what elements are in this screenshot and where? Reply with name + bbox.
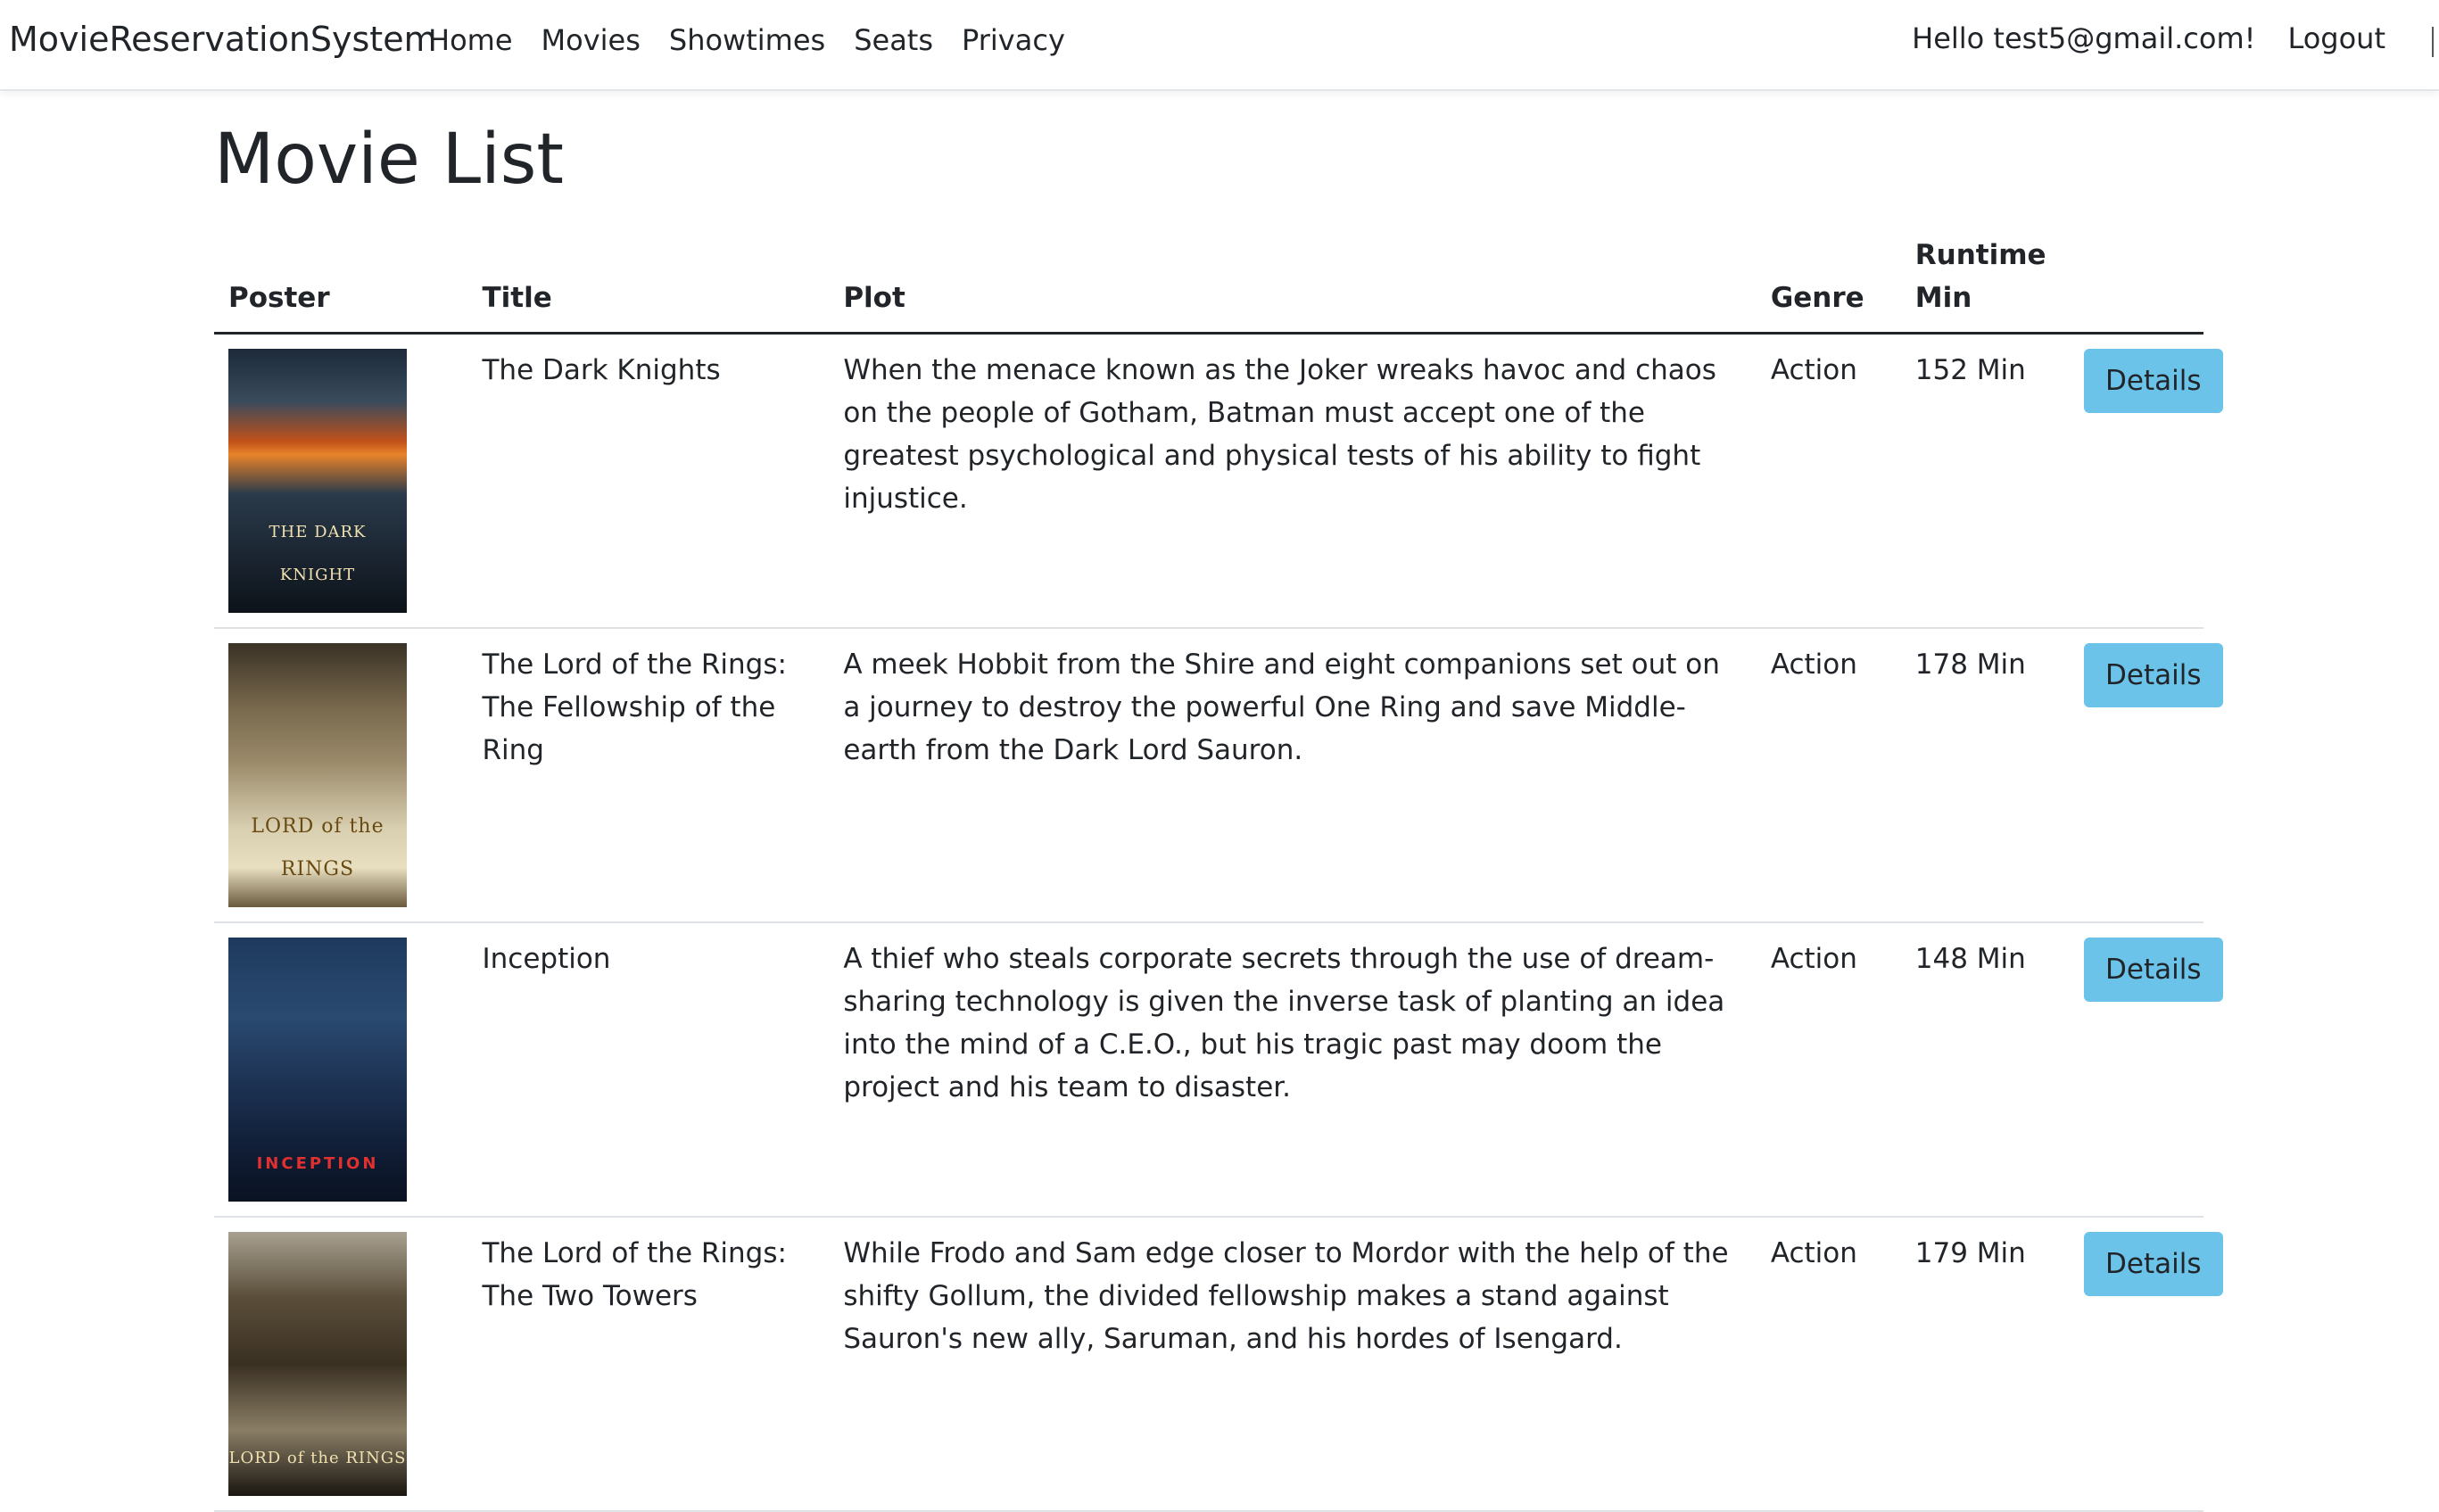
movie-plot: A thief who steals corporate secrets thr… [829,922,1757,1218]
header-plot: Plot [829,234,1757,335]
movie-genre: Action [1756,922,1901,1218]
poster-image: LORD of the RINGS [228,643,407,907]
main-content: Movie List Poster Title Plot Genre Runti… [214,120,2223,1512]
page-title: Movie List [214,120,564,200]
movie-table: Poster Title Plot Genre Runtime Min THE D… [214,234,2223,1512]
table-row: INCEPTION Inception A thief who steals c… [214,922,2223,1218]
poster-cell: INCEPTION [214,922,468,1218]
logout-link[interactable]: Logout [2287,21,2385,55]
poster-cell: LORD of the RINGS [214,1217,468,1512]
poster-caption: THE DARK KNIGHT [269,523,367,584]
details-button[interactable]: Details [2084,349,2223,413]
action-cell: Details [2070,628,2223,923]
nav-links: Home Movies Showtimes Seats Privacy [428,23,1094,57]
header-runtime-line2: Min [1914,282,1972,314]
nav-showtimes[interactable]: Showtimes [669,23,825,57]
poster-image: LORD of the RINGS [228,1232,407,1496]
header-title: Title [467,234,830,335]
poster-caption: LORD of the RINGS [228,1449,407,1467]
movie-plot: While Frodo and Sam edge closer to Mordo… [829,1217,1757,1512]
brand-link[interactable]: MovieReservationSystem [9,20,437,59]
header-runtime: Runtime Min [1900,234,2071,335]
details-button[interactable]: Details [2084,1232,2223,1296]
table-row: THE DARK KNIGHT The Dark Knights When th… [214,333,2223,629]
poster-caption: INCEPTION [256,1154,379,1173]
table-row: LORD of the RINGS The Lord of the Rings:… [214,628,2223,923]
poster-image: THE DARK KNIGHT [228,349,407,613]
table-row: LORD of the RINGS The Lord of the Rings:… [214,1217,2223,1512]
poster-cell: THE DARK KNIGHT [214,333,468,629]
movie-title: The Lord of the Rings: The Fellowship of… [467,628,830,923]
movie-runtime: 152 Min [1900,333,2071,629]
user-area: Hello test5@gmail.com! Logout [1912,21,2385,55]
movie-title: The Dark Knights [467,333,830,629]
details-button[interactable]: Details [2084,938,2223,1002]
movie-genre: Action [1756,333,1901,629]
movie-genre: Action [1756,628,1901,923]
poster-caption: LORD of the RINGS [251,815,384,880]
header-poster: Poster [214,234,468,335]
nav-home[interactable]: Home [428,23,513,57]
user-greeting[interactable]: Hello test5@gmail.com! [1912,21,2255,55]
nav-movies[interactable]: Movies [542,23,641,57]
header-runtime-line1: Runtime [1914,239,2046,271]
movie-plot: A meek Hobbit from the Shire and eight c… [829,628,1757,923]
movie-runtime: 178 Min [1900,628,2071,923]
movie-runtime: 179 Min [1900,1217,2071,1512]
header-action [2070,234,2203,335]
movie-plot: When the menace known as the Joker wreak… [829,333,1757,629]
poster-cell: LORD of the RINGS [214,628,468,923]
movie-title: The Lord of the Rings: The Two Towers [467,1217,830,1512]
table-header-row: Poster Title Plot Genre Runtime Min [214,234,2203,335]
top-navbar: MovieReservationSystem Home Movies Showt… [0,0,2439,91]
movie-genre: Action [1756,1217,1901,1512]
action-cell: Details [2070,333,2223,629]
nav-privacy[interactable]: Privacy [962,23,1065,57]
window-edge [2432,27,2439,57]
action-cell: Details [2070,1217,2223,1512]
header-genre: Genre [1756,234,1901,335]
poster-image: INCEPTION [228,938,407,1202]
details-button[interactable]: Details [2084,643,2223,707]
action-cell: Details [2070,922,2223,1218]
nav-seats[interactable]: Seats [854,23,933,57]
movie-runtime: 148 Min [1900,922,2071,1218]
movie-title: Inception [467,922,830,1218]
